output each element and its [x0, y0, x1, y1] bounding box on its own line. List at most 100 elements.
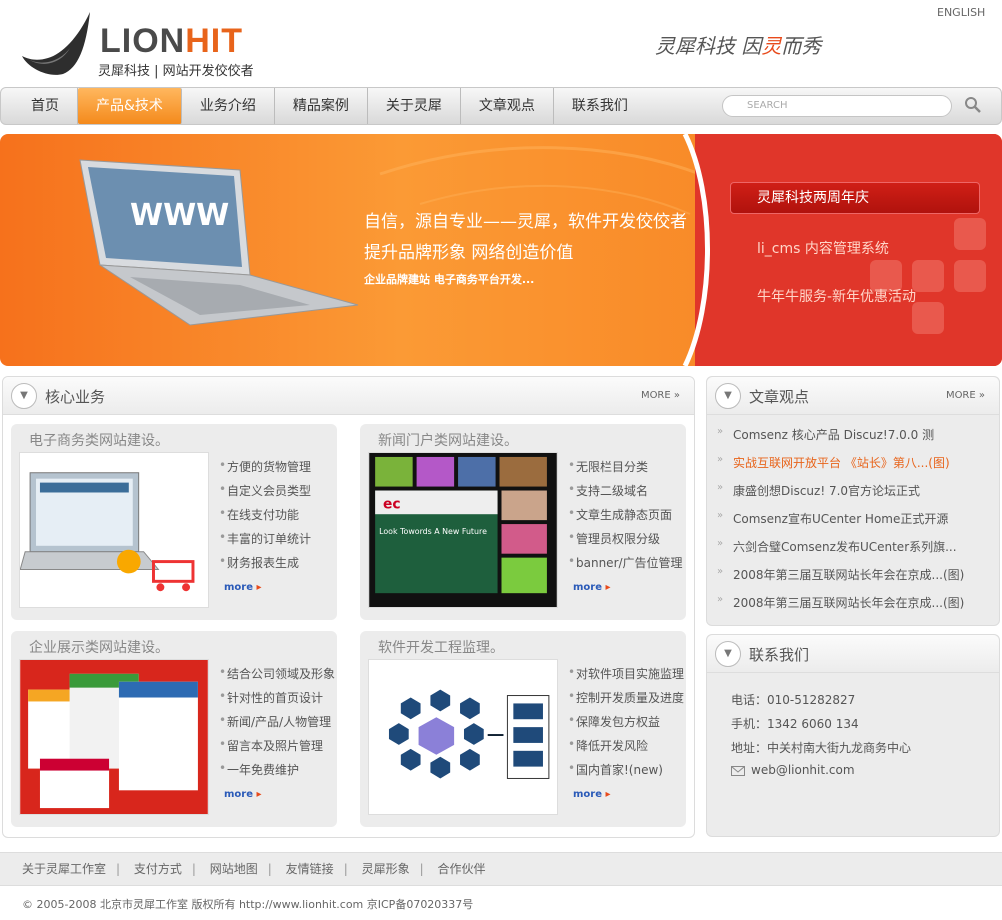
brand-wordmark[interactable]: LIONHIT: [100, 22, 243, 61]
contact-email: web@lionhit.com: [751, 763, 855, 777]
feature-item: banner/广告位管理: [568, 554, 683, 578]
nav-item-about[interactable]: 关于灵犀: [368, 88, 461, 124]
footer-link-payment[interactable]: 支付方式: [134, 862, 182, 876]
nav-item-products[interactable]: 产品&技术: [78, 88, 182, 124]
service-card-news-portal: 新闻门户类网站建设。 ec Look Towords A New Future …: [360, 424, 686, 620]
slogan-part-c: 而秀: [781, 34, 822, 58]
news-portal-image: ec Look Towords A New Future: [368, 452, 558, 608]
article-link[interactable]: 2008年第三届互联网站长年会在京成...(图): [717, 594, 964, 622]
chevron-down-icon: ▼: [715, 641, 741, 667]
service-card-corporate: 企业展示类网站建设。 结合公司领域及形象 针对性的首页设计 新闻/产品/人物管理…: [11, 631, 337, 827]
feature-item: 针对性的首页设计: [219, 689, 335, 713]
news-image-headline: Look Towords A New Future: [379, 527, 487, 536]
articles-title: 文章观点: [749, 388, 810, 406]
corporate-sites-image: [19, 659, 209, 815]
card-title[interactable]: 电子商务类网站建设。: [29, 430, 169, 450]
contact-mobile: 手机：1342 6060 134: [731, 717, 859, 731]
laptop-screen-text: WWW: [130, 198, 229, 233]
articles-more-link[interactable]: MORE »: [946, 390, 985, 401]
more-label: more: [224, 582, 254, 593]
card-title[interactable]: 软件开发工程监理。: [378, 637, 504, 657]
nav-item-contact[interactable]: 联系我们: [554, 88, 646, 124]
more-label: more: [224, 789, 254, 800]
footer-link-image[interactable]: 灵犀形象: [362, 862, 410, 876]
feature-item: 国内首家!(new): [568, 761, 684, 785]
contact-email-row[interactable]: web@lionhit.com: [731, 763, 855, 777]
feature-item: 降低开发风险: [568, 737, 684, 761]
more-label: more: [573, 582, 603, 593]
more-label: more: [573, 789, 603, 800]
nav-item-articles[interactable]: 文章观点: [461, 88, 554, 124]
contact-phone: 电话：010-51282827: [731, 693, 856, 707]
feature-item: 方便的货物管理: [219, 458, 311, 482]
articles-panel: ▼ 文章观点 MORE » Comsenz 核心产品 Discuz!7.0.0 …: [706, 376, 1000, 626]
search-icon[interactable]: [964, 96, 982, 114]
core-business-panel: ▼ 核心业务 MORE » 电子商务类网站建设。 方便的货物管理 自定义会员类型…: [2, 376, 695, 838]
feature-list: 结合公司领域及形象 针对性的首页设计 新闻/产品/人物管理 留言本及照片管理 一…: [219, 665, 335, 785]
feature-item: 无限栏目分类: [568, 458, 683, 482]
laptop-image: WWW: [79, 159, 359, 326]
card-title[interactable]: 新闻门户类网站建设。: [378, 430, 518, 450]
feature-item: 控制开发质量及进度: [568, 689, 684, 713]
banner-headline-2: 提升品牌形象 网络创造价值: [364, 243, 574, 263]
feature-item: 文章生成静态页面: [568, 506, 683, 530]
article-link[interactable]: Comsenz宣布UCenter Home正式开源: [717, 510, 964, 538]
supervision-diagram-image: [368, 659, 558, 815]
feature-item: 对软件项目实施监理: [568, 665, 684, 689]
banner-link-cms[interactable]: li_cms 内容管理系统: [757, 238, 889, 258]
contact-address: 地址：中关村南大街九龙商务中心: [731, 741, 912, 755]
card-more-link[interactable]: more ▸: [224, 789, 262, 800]
core-business-header: ▼ 核心业务 MORE »: [3, 377, 694, 415]
brand-part-lion: LION: [100, 22, 186, 60]
service-card-ecommerce: 电子商务类网站建设。 方便的货物管理 自定义会员类型 在线支付功能 丰富的订单统…: [11, 424, 337, 620]
feature-item: 管理员权限分级: [568, 530, 683, 554]
header-slogan: 灵犀科技 因灵而秀: [655, 30, 821, 59]
english-link[interactable]: ENGLISH: [937, 6, 985, 19]
feature-item: 结合公司领域及形象: [219, 665, 335, 689]
core-business-title: 核心业务: [45, 388, 106, 406]
arrow-right-icon: ▸: [256, 789, 262, 800]
footer-link-friends[interactable]: 友情链接: [286, 862, 334, 876]
banner-curve: [682, 134, 710, 366]
copyright-text: © 2005-2008 北京市灵犀工作室 版权所有 http://www.lio…: [22, 898, 474, 911]
slogan-part-b: 灵: [761, 34, 782, 58]
card-more-link[interactable]: more ▸: [573, 582, 611, 593]
chevron-down-icon: ▼: [715, 383, 741, 409]
nav-item-home[interactable]: 首页: [13, 88, 78, 124]
banner-link-anniversary[interactable]: 灵犀科技两周年庆: [730, 182, 980, 214]
logo-swoosh-icon: [22, 12, 90, 75]
feature-item: 在线支付功能: [219, 506, 311, 530]
chevron-down-icon: ▼: [11, 383, 37, 409]
article-link[interactable]: Comsenz 核心产品 Discuz!7.0.0 测: [717, 426, 964, 454]
footer-link-partners[interactable]: 合作伙伴: [437, 862, 485, 876]
feature-item: 保障发包方权益: [568, 713, 684, 737]
feature-list: 对软件项目实施监理 控制开发质量及进度 保障发包方权益 降低开发风险 国内首家!…: [568, 665, 684, 785]
article-link[interactable]: 康盛创想Discuz! 7.0官方论坛正式: [717, 482, 964, 510]
article-link[interactable]: 2008年第三届互联网站长年会在京成...(图): [717, 566, 964, 594]
card-more-link[interactable]: more ▸: [224, 582, 262, 593]
arrow-right-icon: ▸: [256, 582, 262, 593]
article-link[interactable]: 实战互联网开放平台 《站长》第八...(图): [717, 454, 964, 482]
feature-item: 丰富的订单统计: [219, 530, 311, 554]
search-input[interactable]: SEARCH: [722, 95, 952, 117]
banner-squares-decoration: [870, 218, 986, 334]
banner-link-promo[interactable]: 牛年牛服务-新年优惠活动: [757, 286, 916, 306]
arrow-right-icon: ▸: [605, 582, 611, 593]
footer-link-sitemap[interactable]: 网站地图: [210, 862, 258, 876]
footer-nav: 关于灵犀工作室 | 支付方式 | 网站地图 | 友情链接 | 灵犀形象 | 合作伙伴: [0, 852, 1002, 886]
nav-item-cases[interactable]: 精品案例: [275, 88, 368, 124]
card-more-link[interactable]: more ▸: [573, 789, 611, 800]
article-link[interactable]: 六剑合璧Comsenz发布UCenter系列旗...: [717, 538, 964, 566]
core-more-link[interactable]: MORE »: [641, 390, 680, 401]
feature-item: 自定义会员类型: [219, 482, 311, 506]
feature-item: 财务报表生成: [219, 554, 311, 578]
footer-link-about[interactable]: 关于灵犀工作室: [22, 862, 106, 876]
banner-tagline: 企业品牌建站 电子商务平台开发...: [364, 273, 535, 286]
card-title[interactable]: 企业展示类网站建设。: [29, 637, 169, 657]
banner-headline-1: 自信，源自专业——灵犀，软件开发佼佼者: [364, 212, 687, 232]
feature-list: 无限栏目分类 支持二级域名 文章生成静态页面 管理员权限分级 banner/广告…: [568, 458, 683, 578]
feature-item: 新闻/产品/人物管理: [219, 713, 335, 737]
brand-subtitle: 灵犀科技 | 网站开发佼佼者: [98, 64, 254, 79]
nav-item-business[interactable]: 业务介绍: [182, 88, 275, 124]
feature-item: 支持二级域名: [568, 482, 683, 506]
